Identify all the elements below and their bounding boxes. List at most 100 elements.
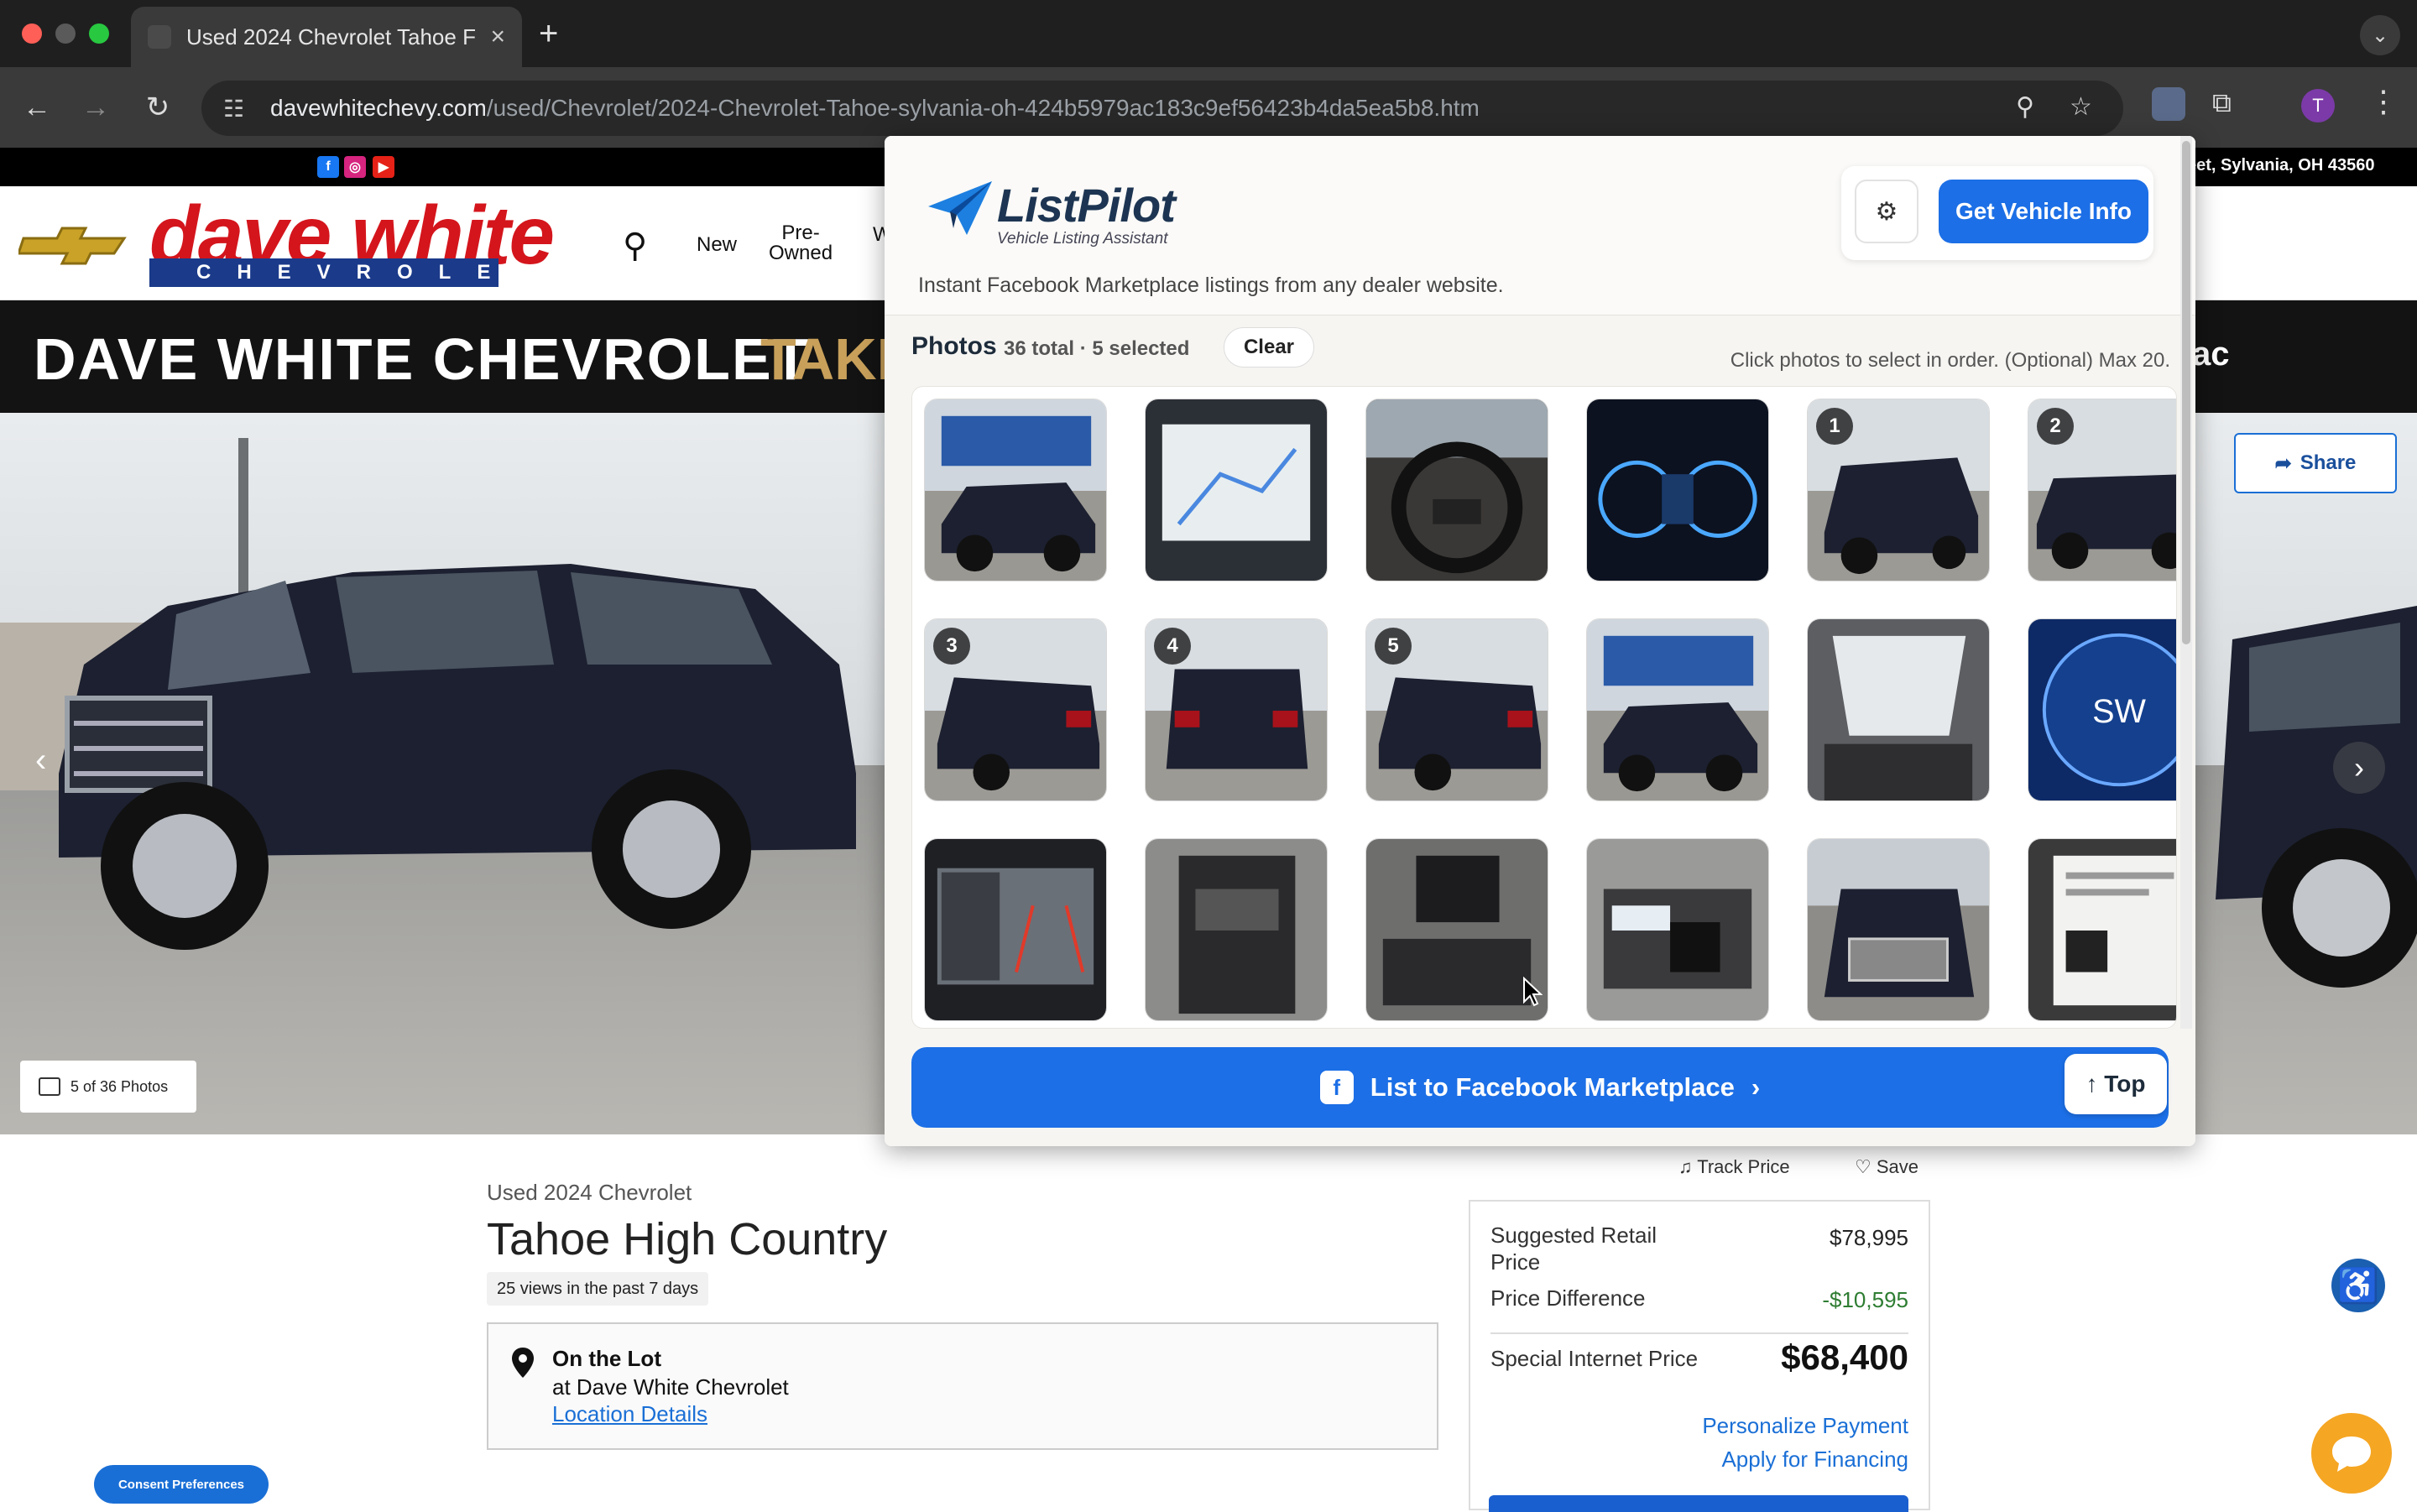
get-vehicle-info-button[interactable]: Get Vehicle Info: [1939, 180, 2148, 243]
address-bar[interactable]: ☷ davewhitechevy.com/used/Chevrolet/2024…: [201, 81, 2123, 136]
share-button[interactable]: ➦ Share: [2234, 433, 2397, 493]
zoom-icon[interactable]: ⚲: [2016, 92, 2034, 122]
url-text[interactable]: davewhitechevy.com/used/Chevrolet/2024-C…: [270, 95, 1480, 122]
photo-thumbnail[interactable]: [924, 399, 1107, 581]
site-info-icon[interactable]: ☷: [223, 95, 270, 123]
photo-thumbnail[interactable]: 2: [2028, 399, 2176, 581]
settings-gear-button[interactable]: ⚙: [1855, 180, 1918, 243]
photos-heading: Photos: [911, 332, 997, 360]
paper-plane-icon: [928, 181, 992, 235]
panel-scrollbar-thumb[interactable]: [2182, 141, 2190, 644]
photo-counter-label: 5 of 36 Photos: [70, 1077, 169, 1095]
selection-order-badge: 4: [1154, 628, 1191, 665]
photo-thumbnail[interactable]: [1365, 399, 1548, 581]
photo-thumbnail[interactable]: SW: [2028, 618, 2176, 801]
photo-thumbnail[interactable]: [1365, 838, 1548, 1021]
dealer-address: eet, Sylvania, OH 43560: [2187, 156, 2375, 175]
carousel-prev-icon[interactable]: ‹: [35, 742, 65, 779]
photo-thumbnail[interactable]: 4: [1145, 618, 1328, 801]
share-arrow-icon: ➦: [2274, 451, 2292, 475]
listpilot-logo: ListPilot: [997, 179, 1176, 232]
minimize-window-button[interactable]: [55, 23, 76, 44]
chat-bubble-icon: [2332, 1436, 2371, 1472]
chevron-right-icon: ›: [1751, 1072, 1761, 1102]
photo-thumbnail[interactable]: [1586, 838, 1769, 1021]
youtube-icon[interactable]: ▶: [373, 156, 394, 178]
dealer-logo-chevrolet: CHEVROLET: [149, 258, 529, 287]
location-details-link[interactable]: Location Details: [552, 1401, 707, 1427]
gear-icon: ⚙: [1875, 197, 1898, 226]
profile-avatar[interactable]: T: [2301, 89, 2335, 123]
tab-search-button[interactable]: ⌄: [2360, 15, 2400, 55]
photo-thumbnail[interactable]: [1586, 618, 1769, 801]
photo-thumbnail-image: [1587, 839, 1768, 1020]
photo-thumbnail[interactable]: [924, 838, 1107, 1021]
carousel-next-button[interactable]: ›: [2333, 742, 2385, 794]
fullscreen-window-button[interactable]: [89, 23, 109, 44]
list-to-facebook-label: List to Facebook Marketplace: [1370, 1072, 1735, 1102]
price-divider: [1490, 1332, 1908, 1334]
consent-preferences-button[interactable]: Consent Preferences: [94, 1465, 269, 1504]
chat-button[interactable]: [2311, 1413, 2392, 1494]
banner-right-text: ac: [2192, 336, 2230, 373]
listpilot-extension-icon[interactable]: [2152, 87, 2185, 121]
photo-grid[interactable]: 1 2 3 4 5 SW: [911, 386, 2177, 1029]
photo-thumbnail[interactable]: [1807, 618, 1990, 801]
photo-thumbnail[interactable]: 3: [924, 618, 1107, 801]
photo-counter[interactable]: 5 of 36 Photos: [20, 1061, 196, 1113]
photo-thumbnail[interactable]: [1145, 838, 1328, 1021]
track-price-button[interactable]: ♫ Track Price: [1678, 1156, 1790, 1178]
photo-thumbnail[interactable]: [2028, 838, 2176, 1021]
location-title: On the Lot: [552, 1346, 661, 1371]
nav-new[interactable]: New: [697, 233, 737, 257]
save-button[interactable]: ♡ Save: [1855, 1156, 1918, 1178]
share-label: Share: [2300, 451, 2357, 474]
bookmark-star-icon[interactable]: ☆: [2070, 92, 2092, 122]
listpilot-tagline: Instant Facebook Marketplace listings fr…: [918, 274, 1504, 297]
price-cta-button[interactable]: [1489, 1495, 1908, 1512]
reload-button[interactable]: ↻: [138, 87, 178, 128]
photo-thumbnail-image: [1146, 399, 1327, 581]
search-icon[interactable]: ⚲: [623, 227, 647, 265]
accessibility-icon[interactable]: ♿: [2331, 1259, 2385, 1312]
browser-tab[interactable]: Used 2024 Chevrolet Tahoe F ×: [131, 7, 522, 67]
photo-thumbnail[interactable]: [1807, 838, 1990, 1021]
photo-thumbnail-image: SW: [2028, 619, 2176, 800]
clear-selection-button[interactable]: Clear: [1224, 327, 1314, 368]
photo-thumbnail[interactable]: 1: [1807, 399, 1990, 581]
photo-thumbnail-image: [1146, 839, 1327, 1020]
apply-financing-link[interactable]: Apply for Financing: [1645, 1447, 1908, 1473]
photo-thumbnail[interactable]: [1586, 399, 1769, 581]
tab-close-icon[interactable]: ×: [490, 23, 505, 51]
image-icon: [39, 1077, 60, 1096]
photos-count: 36 total · 5 selected: [1004, 337, 1190, 360]
photo-thumbnail-image: [1808, 839, 1989, 1020]
back-button[interactable]: ←: [17, 87, 57, 128]
browser-menu-icon[interactable]: ⋮: [2368, 84, 2399, 119]
price-difference-label: Price Difference: [1490, 1285, 1646, 1311]
nav-pre-owned[interactable]: Pre- Owned: [769, 223, 833, 263]
location-pin-icon: [512, 1348, 534, 1378]
facebook-icon[interactable]: f: [317, 156, 339, 178]
scroll-top-button[interactable]: ↑ Top: [2065, 1054, 2167, 1114]
chevrolet-bowtie-logo[interactable]: [18, 227, 129, 265]
forward-button[interactable]: →: [76, 87, 116, 128]
photo-thumbnail-image: [1587, 619, 1768, 800]
mouse-cursor-icon: [1523, 977, 1543, 1007]
instagram-icon[interactable]: ◎: [344, 156, 366, 178]
extensions-puzzle-icon[interactable]: ⧉: [2212, 87, 2232, 119]
bell-icon: ♫: [1678, 1156, 1698, 1177]
list-to-facebook-button[interactable]: f List to Facebook Marketplace ›: [911, 1047, 2169, 1128]
svg-text:SW: SW: [2092, 693, 2146, 730]
new-tab-button[interactable]: +: [539, 13, 558, 54]
tab-title: Used 2024 Chevrolet Tahoe F: [186, 23, 476, 50]
personalize-payment-link[interactable]: Personalize Payment: [1645, 1413, 1908, 1439]
msrp-label: Suggested Retail Price: [1490, 1223, 1657, 1275]
photo-thumbnail-image: [1808, 619, 1989, 800]
price-difference-value: -$10,595: [1822, 1287, 1908, 1312]
photo-thumbnail[interactable]: 5: [1365, 618, 1548, 801]
internet-price-value: $68,400: [1781, 1337, 1908, 1377]
photo-thumbnail[interactable]: [1145, 399, 1328, 581]
close-window-button[interactable]: [22, 23, 42, 44]
vehicle-photo: [59, 564, 856, 950]
